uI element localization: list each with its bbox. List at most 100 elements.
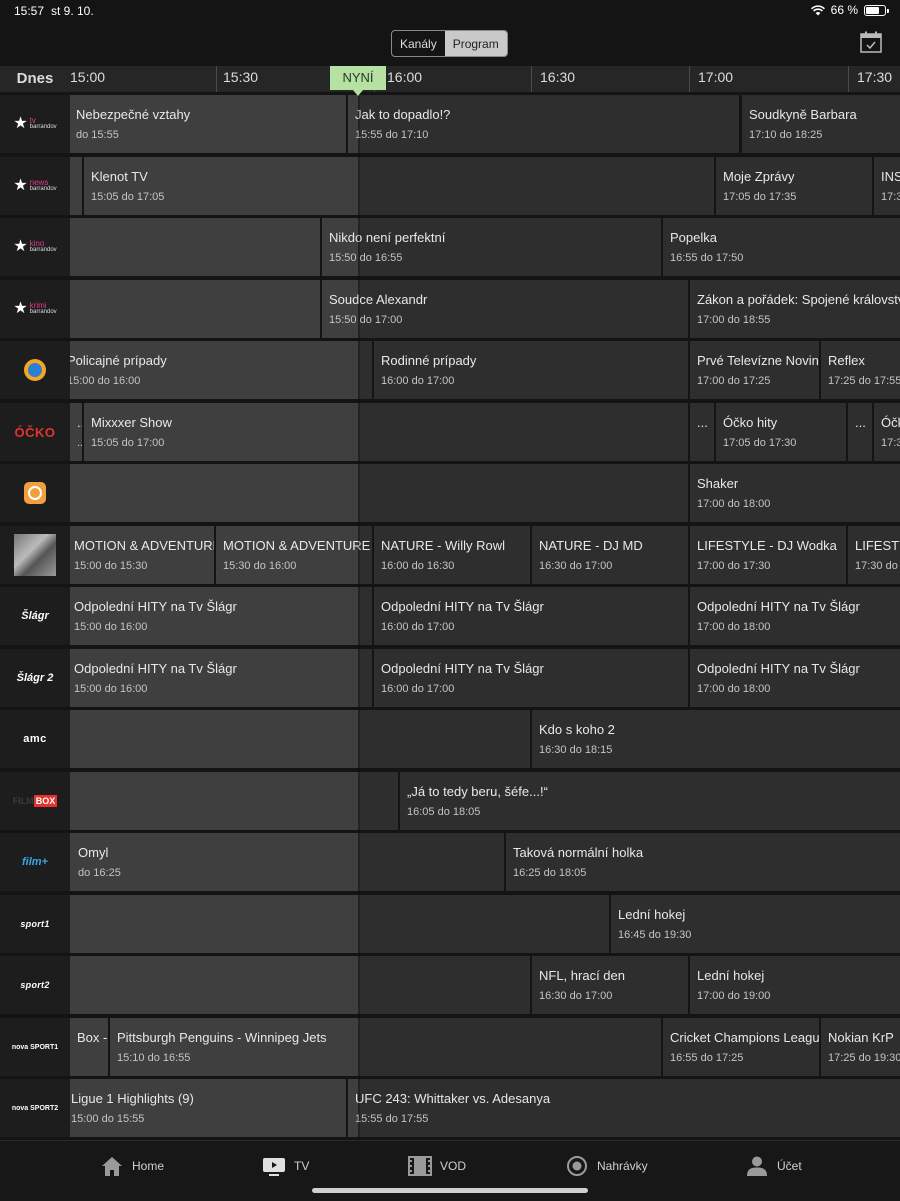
program-cell[interactable]: Odpolední HITY na Tv Šlágr 16:00 do 17:00	[374, 587, 688, 645]
program-cell[interactable]: NATURE - DJ MD 16:30 do 17:00	[532, 526, 688, 584]
program-cell[interactable]: Box - ...	[70, 1018, 108, 1076]
program-cell[interactable]: Óčko 17:35	[874, 403, 900, 461]
program-cell[interactable]: Shaker 17:00 do 18:00	[690, 464, 900, 522]
program-title: Odpolední HITY na Tv Šlágr	[74, 599, 237, 614]
channel-logo[interactable]	[0, 526, 70, 584]
program-cell[interactable]: Lední hokej 17:00 do 19:00	[690, 956, 900, 1014]
time-tick: 16:30	[540, 69, 576, 85]
program-cell[interactable]: Nebezpečné vztahy do 15:55	[70, 95, 346, 153]
program-cell[interactable]: ...	[848, 403, 872, 461]
program-cell[interactable]: Popelka 16:55 do 17:50	[663, 218, 900, 276]
program-cell[interactable]: Nokian KrP 17:25 do 19:30	[821, 1018, 900, 1076]
channel-logo[interactable]: Šlágr	[0, 587, 70, 645]
program-cell[interactable]	[70, 956, 530, 1014]
program-cell[interactable]: Soudkyně Barbara 17:10 do 18:25	[742, 95, 900, 153]
program-cell[interactable]: Cricket Champions League 16:55 do 17:25	[663, 1018, 819, 1076]
channel-row: Policajné prípady 15:00 do 16:00 Rodinné p…	[0, 341, 900, 399]
channel-logo[interactable]: ÓČKO	[0, 403, 70, 461]
program-cell[interactable]: Prvé Televízne Noviny 17:00 do 17:25	[690, 341, 819, 399]
channel-logo[interactable]: nova SPORT1	[0, 1018, 70, 1076]
program-cell[interactable]: Ligue 1 Highlights (9) 15:00 do 15:55	[70, 1079, 346, 1137]
tab-home[interactable]: Home	[100, 1153, 164, 1179]
today-label[interactable]: Dnes	[0, 66, 70, 92]
program-cell[interactable]	[70, 772, 398, 830]
status-date: st 9. 10.	[51, 4, 94, 18]
program-cell[interactable]: UFC 243: Whittaker vs. Adesanya 15:55 do …	[348, 1079, 900, 1137]
program-title: Omyl	[78, 845, 109, 860]
program-cell[interactable]: „Já to tedy beru, šéfe...!“ 16:05 do 18:0…	[400, 772, 900, 830]
program-cell[interactable]: Zákon a pořádek: Spojené království 17:00…	[690, 280, 900, 338]
channel-logo[interactable]: ★ kino barrandov	[0, 218, 70, 276]
program-cell[interactable]: MOTION & ADVENTURE 15:00 do 15:30	[70, 526, 214, 584]
calendar-check-icon[interactable]	[860, 31, 882, 53]
program-cell[interactable]: Odpolední HITY na Tv Šlágr 15:00 do 16:00	[70, 649, 372, 707]
now-badge[interactable]: NYNÍ	[330, 66, 386, 90]
status-right: 66 %	[810, 3, 889, 17]
program-cell[interactable]	[70, 280, 320, 338]
time-tick: 17:00	[698, 69, 734, 85]
program-cell[interactable]: Jak to dopadlo!? 15:55 do 17:10	[348, 95, 739, 153]
channel-logo[interactable]: Šlágr 2	[0, 649, 70, 707]
channel-logo[interactable]: sport2	[0, 956, 70, 1014]
program-title: Klenot TV	[91, 169, 148, 184]
program-title: Odpolední HITY na Tv Šlágr	[381, 599, 544, 614]
program-cell[interactable]: Moje Zprávy 17:05 do 17:35	[716, 157, 872, 215]
program-cell[interactable]: LIFESTYLE - DJ Wodka 17:00 do 17:30	[690, 526, 846, 584]
channel-logo[interactable]: ★ news barrandov	[0, 157, 70, 215]
program-cell[interactable]: Pittsburgh Penguins - Winnipeg Jets 15:10…	[110, 1018, 661, 1076]
program-cell[interactable]: Reflex 17:25 do 17:55	[821, 341, 900, 399]
timeline-header: Dnes 15:00 15:30 16:00 16:30 17:00 17:30	[0, 66, 900, 92]
program-time: 15:50 do 16:55	[329, 252, 403, 264]
channel-logo[interactable]	[0, 341, 70, 399]
channel-logo[interactable]	[0, 464, 70, 522]
tab-vod[interactable]: VOD	[408, 1153, 466, 1179]
channel-logo[interactable]: FILM BOX	[0, 772, 70, 830]
channel-logo[interactable]: nova SPORT2	[0, 1079, 70, 1137]
program-cell[interactable]: Klenot TV 15:05 do 17:05	[84, 157, 714, 215]
program-cell[interactable]: Soudce Alexandr 15:50 do 17:00	[322, 280, 688, 338]
program-cell[interactable]: NFL, hrací den 16:30 do 17:00	[532, 956, 688, 1014]
program-cell[interactable]: ...	[690, 403, 714, 461]
program-cell[interactable]: Óčko hity 17:05 do 17:30	[716, 403, 846, 461]
program-cell[interactable]	[70, 157, 82, 215]
status-time: 15:57	[14, 4, 45, 18]
segment-kanaly[interactable]: Kanály	[392, 31, 445, 56]
program-cell[interactable]: Odpolední HITY na Tv Šlágr 17:00 do 18:00	[690, 649, 900, 707]
program-cell[interactable]: LIFESTYLE 17:30 do	[848, 526, 900, 584]
program-time: 15:05 do 17:05	[91, 191, 165, 203]
program-cell[interactable]: MOTION & ADVENTURE 15:30 do 16:00	[216, 526, 372, 584]
channel-logo[interactable]: amc	[0, 710, 70, 768]
channel-logo[interactable]: ★ krimi barrandov	[0, 280, 70, 338]
program-title: Nokian KrP	[828, 1030, 894, 1045]
program-cell[interactable]: Omyl do 16:25	[70, 833, 504, 891]
channel-logo[interactable]: sport1	[0, 895, 70, 953]
program-cell[interactable]: Odpolední HITY na Tv Šlágr 17:00 do 18:00	[690, 587, 900, 645]
program-title: Prvé Televízne Noviny	[697, 353, 819, 368]
tab-ucet[interactable]: Účet	[745, 1153, 802, 1179]
program-cell[interactable]: ......	[70, 403, 82, 461]
tab-tv[interactable]: TV	[262, 1153, 309, 1179]
program-cell[interactable]: Lední hokej 16:45 do 19:30	[611, 895, 900, 953]
program-time: 17:25 do 17:55	[828, 375, 900, 387]
program-title: Odpolední HITY na Tv Šlágr	[697, 599, 860, 614]
program-cell[interactable]: NATURE - Willy Rowl 16:00 do 16:30	[374, 526, 530, 584]
channel-logo[interactable]: film+	[0, 833, 70, 891]
program-cell[interactable]	[70, 895, 609, 953]
program-cell[interactable]: Kdo s koho 2 16:30 do 18:15	[532, 710, 900, 768]
program-cell[interactable]: Odpolední HITY na Tv Šlágr 16:00 do 17:00	[374, 649, 688, 707]
program-cell[interactable]: Rodinné prípady 16:00 do 17:00	[374, 341, 688, 399]
program-cell[interactable]: Taková normální holka 16:25 do 18:05	[506, 833, 900, 891]
time-tick: 16:00	[387, 69, 423, 85]
channel-logo[interactable]: ★ tv barrandov	[0, 95, 70, 153]
program-cell[interactable]: Policajné prípady 15:00 do 16:00	[70, 341, 372, 399]
program-time: 16:00 do 17:00	[381, 375, 455, 387]
program-cell[interactable]: Mixxxer Show 15:05 do 17:00	[84, 403, 688, 461]
program-cell[interactable]	[70, 464, 688, 522]
tab-nahravky[interactable]: Nahrávky	[565, 1153, 648, 1179]
program-cell[interactable]	[70, 710, 530, 768]
program-cell[interactable]: INSIDE 17:35	[874, 157, 900, 215]
program-cell[interactable]	[70, 218, 320, 276]
segment-program[interactable]: Program	[444, 31, 507, 56]
program-cell[interactable]: Odpolední HITY na Tv Šlágr 15:00 do 16:00	[70, 587, 372, 645]
program-cell[interactable]: Nikdo není perfektní 15:50 do 16:55	[322, 218, 661, 276]
